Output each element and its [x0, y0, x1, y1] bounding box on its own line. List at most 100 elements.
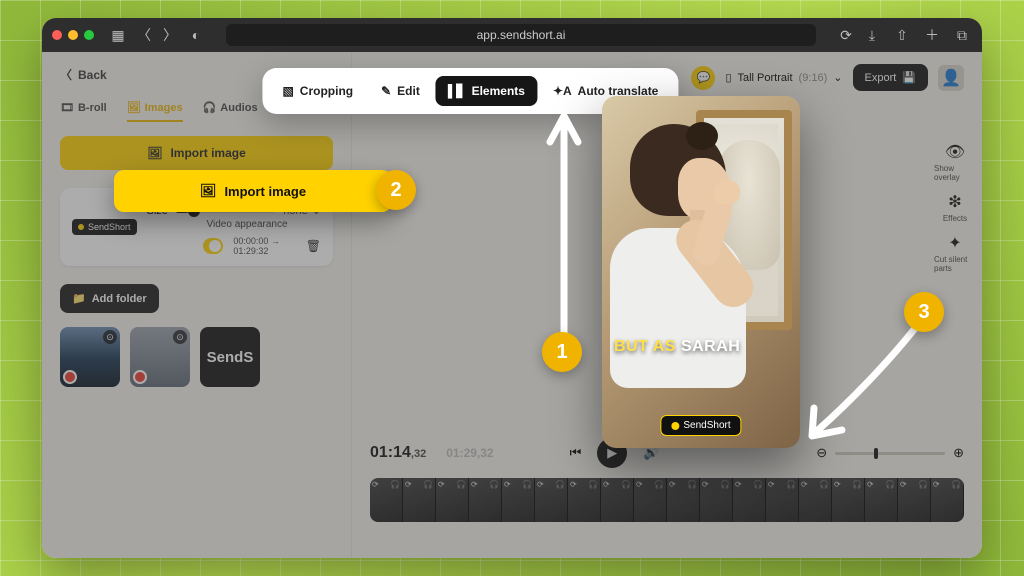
thumb-menu-icon[interactable]: ⊙ [103, 330, 117, 344]
callout-2: 2 [376, 170, 416, 210]
share-icon[interactable]: ⇧ [892, 25, 912, 45]
callout-3-num: 3 [918, 301, 929, 324]
elements-label: Elements [472, 84, 525, 98]
timeline-frame[interactable]: ⟳🎧 [865, 478, 898, 522]
browser-right-icons: ⤓ ⇧ ＋ ⧉ [862, 25, 972, 45]
timeline-frame[interactable]: ⟳🎧 [601, 478, 634, 522]
timeline-frame[interactable]: ⟳🎧 [436, 478, 469, 522]
trash-icon[interactable]: 🗑 [306, 239, 321, 253]
image-icon: 🖼 [127, 101, 141, 114]
time-range: 00:00:00 → 01:29:32 [233, 236, 295, 256]
timeline-frame[interactable]: ⟳🎧 [535, 478, 568, 522]
thumb-brand-text: SendS [207, 349, 254, 366]
timeline-frames[interactable]: ⟳🎧⟳🎧⟳🎧⟳🎧⟳🎧⟳🎧⟳🎧⟳🎧⟳🎧⟳🎧⟳🎧⟳🎧⟳🎧⟳🎧⟳🎧⟳🎧⟳🎧⟳🎧 [370, 478, 964, 522]
tab-audios-label: Audios [220, 102, 257, 114]
timeline-frame[interactable]: ⟳🎧 [667, 478, 700, 522]
thumb-city[interactable]: ⊙ [60, 327, 120, 387]
timeline-frame[interactable]: ⟳🎧 [634, 478, 667, 522]
tab-images[interactable]: 🖼 Images [127, 101, 183, 122]
timeline-frame[interactable]: ⟳🎧 [502, 478, 535, 522]
project-menu[interactable]: 💬 [691, 66, 715, 90]
thumb-menu-icon[interactable]: ⊙ [173, 330, 187, 344]
elements-icon: ▌▋ [448, 84, 466, 98]
arrow-3 [802, 318, 932, 448]
tc-frac: ,32 [411, 448, 426, 460]
callout-3: 3 [904, 292, 944, 332]
timeline-frame[interactable]: ⟳🎧 [370, 478, 403, 522]
rec-indicator-icon [133, 370, 147, 384]
cropping-label: Cropping [300, 84, 353, 98]
watermark-chip[interactable]: SendShort [660, 415, 741, 436]
current-time: 01:14,32 [370, 444, 426, 462]
timeline-frame[interactable]: ⟳🎧 [568, 478, 601, 522]
thumb-storm[interactable]: ⊙ [130, 327, 190, 387]
prev-icon[interactable]: ⏮ [570, 445, 582, 461]
timeline-frame[interactable]: ⟳🎧 [931, 478, 964, 522]
zoom-slider[interactable] [835, 452, 945, 455]
timeline-frame[interactable]: ⟳🎧 [733, 478, 766, 522]
caption-w3: SARAH [681, 338, 740, 355]
appearance-toggle[interactable] [203, 238, 224, 254]
timeline-frame[interactable]: ⟳🎧 [799, 478, 832, 522]
import-icon: 🖼 [147, 146, 162, 160]
tab-broll[interactable]: 🎞 B-roll [60, 101, 107, 122]
app-body: 〈 Back 🎞 B-roll 🖼 Images 🎧 Audios T [42, 52, 982, 558]
browser-chrome: ▦ 〈 〉 ◐ app.sendshort.ai ⟳ ⤓ ⇧ ＋ ⧉ [42, 18, 982, 52]
back-label: Back [78, 68, 107, 82]
brand-circle-icon: 💬 [691, 66, 715, 90]
callout-1: 1 [542, 332, 582, 372]
import-image-highlight[interactable]: 🖼 Import image [114, 170, 392, 212]
image-thumbnails: ⊙ ⊙ SendS [60, 327, 333, 387]
tool-cropping[interactable]: ▧Cropping [270, 76, 365, 106]
url-text: app.sendshort.ai [477, 28, 566, 42]
timeline-frame[interactable]: ⟳🎧 [898, 478, 931, 522]
export-button[interactable]: Export 💾 [853, 64, 929, 91]
new-tab-icon[interactable]: ＋ [922, 25, 942, 45]
subtitle-caption: BUT AS SARAH [614, 338, 788, 356]
zoom-in-icon[interactable]: ⊕ [953, 445, 964, 461]
import-image-label: Import image [170, 146, 245, 160]
download-icon[interactable]: ⤓ [862, 25, 882, 45]
tab-broll-label: B-roll [78, 102, 107, 114]
close-window-icon[interactable] [52, 30, 62, 40]
brand-chip: SendShort [72, 219, 137, 235]
brand-chip-label: SendShort [88, 222, 131, 232]
video-preview[interactable]: BUT AS SARAH SendShort [602, 96, 800, 448]
user-avatar[interactable]: 👤 [938, 65, 964, 91]
tool-edit[interactable]: ✎Edit [369, 76, 432, 106]
timeline-frame[interactable]: ⟳🎧 [469, 478, 502, 522]
headphones-icon: 🎧 [203, 101, 217, 114]
tabs-icon[interactable]: ⧉ [952, 25, 972, 45]
reload-icon[interactable]: ⟳ [836, 25, 856, 45]
timeline-frame[interactable]: ⟳🎧 [403, 478, 436, 522]
caption-w2: AS [653, 338, 676, 355]
tool-elements[interactable]: ▌▋ Elements [436, 76, 537, 106]
chevron-down-icon: ⌄ [833, 71, 842, 84]
export-label: Export [865, 72, 897, 84]
left-sidebar: 〈 Back 🎞 B-roll 🖼 Images 🎧 Audios T [42, 52, 352, 558]
format-select[interactable]: ▯ Tall Portrait (9:16) ⌄ [725, 71, 842, 84]
minimize-window-icon[interactable] [68, 30, 78, 40]
nav-back-icon[interactable]: 〈 [134, 25, 154, 45]
nav-forward-icon[interactable]: 〉 [160, 25, 180, 45]
timeline-frame[interactable]: ⟳🎧 [700, 478, 733, 522]
tab-audios[interactable]: 🎧 Audios [203, 101, 258, 122]
maximize-window-icon[interactable] [84, 30, 94, 40]
import-image-button[interactable]: 🖼 Import image [60, 136, 333, 170]
add-folder-button[interactable]: 📁 Add folder [60, 284, 159, 313]
timeline-frame[interactable]: ⟳🎧 [832, 478, 865, 522]
brand-dot-icon [671, 422, 679, 430]
callout-1-num: 1 [556, 341, 567, 364]
phone-icon: ▯ [725, 71, 731, 84]
timeline-area: 01:14,32 01:29,32 ⏮ ▶ 🔊 ⊖ ⊕ ⟳🎧⟳🎧⟳🎧⟳🎧⟳🎧⟳ [370, 438, 964, 558]
chevron-left-icon: 〈 [60, 66, 72, 83]
film-icon: 🎞 [60, 101, 74, 114]
format-label: Tall Portrait [738, 72, 793, 84]
url-bar[interactable]: app.sendshort.ai [226, 24, 816, 46]
edit-label: Edit [397, 84, 420, 98]
timeline-frame[interactable]: ⟳🎧 [766, 478, 799, 522]
sidebar-toggle-icon[interactable]: ▦ [108, 25, 128, 45]
thumb-brand[interactable]: SendS [200, 327, 260, 387]
shield-icon[interactable]: ◐ [186, 25, 206, 45]
appearance-label: Video appearance [207, 219, 321, 230]
